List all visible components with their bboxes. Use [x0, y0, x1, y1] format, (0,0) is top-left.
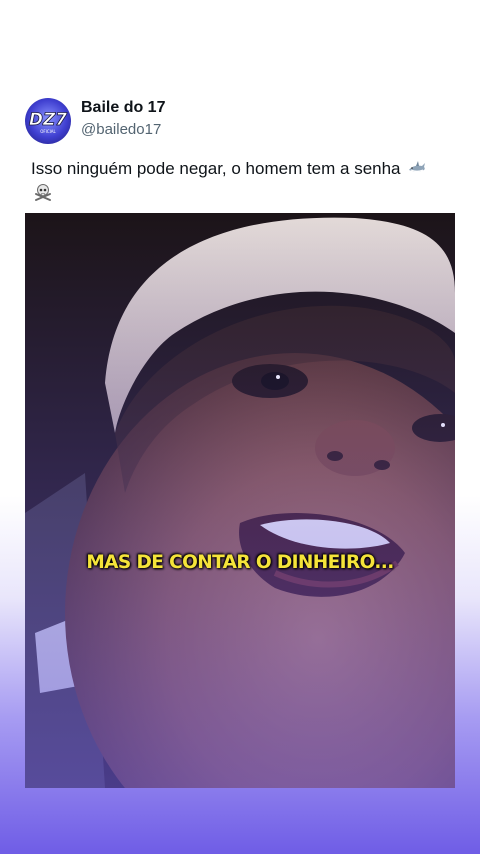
- shark-icon: [407, 158, 427, 178]
- tweet-text: Isso ninguém pode negar, o homem tem a s…: [31, 157, 451, 205]
- skull-crossbones-icon: [33, 182, 53, 202]
- svg-text:DZ7: DZ7: [29, 110, 67, 130]
- video-frame[interactable]: [25, 213, 455, 788]
- video-caption: MAS DE CONTAR O DINHEIRO...: [86, 552, 394, 573]
- svg-text:OFICIAL: OFICIAL: [40, 129, 56, 134]
- dz7-logo-icon: DZ7 OFICIAL: [28, 110, 67, 134]
- tweet-header: DZ7 OFICIAL Baile do 17 @bailedo17: [25, 98, 455, 144]
- account-name[interactable]: Baile do 17: [81, 99, 165, 117]
- tweet-body: Isso ninguém pode negar, o homem tem a s…: [31, 159, 401, 178]
- video-still-image: [25, 213, 455, 788]
- account-handle[interactable]: @bailedo17: [81, 121, 161, 138]
- avatar[interactable]: DZ7 OFICIAL: [25, 98, 71, 144]
